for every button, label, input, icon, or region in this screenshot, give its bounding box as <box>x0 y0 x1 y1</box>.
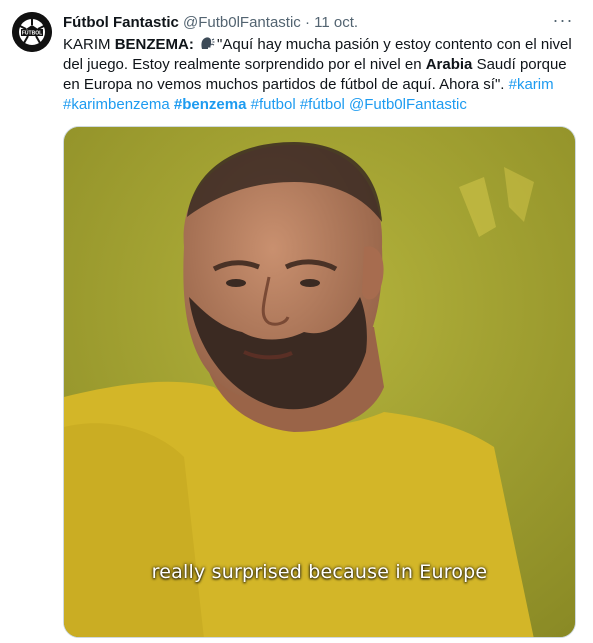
avatar[interactable]: FÚTBOL <box>12 12 52 52</box>
mention-futbolfantastic[interactable]: @Futb0lFantastic <box>349 96 467 113</box>
tweet-media-video[interactable]: really surprised because in Europe <box>63 126 576 638</box>
hashtag-benzema: #benzema <box>174 96 247 113</box>
text-lead: KARIM <box>63 36 115 53</box>
author-name[interactable]: Fútbol Fantastic <box>63 14 179 31</box>
hashtag-karimbenzema[interactable]: #karimbenzema <box>63 96 170 113</box>
hashtag-futbol-accent[interactable]: #fútbol <box>300 96 345 113</box>
hashtag-karim[interactable]: #karim <box>509 76 554 93</box>
more-horizontal-icon: ··· <box>552 10 574 30</box>
text-quote-bold: Arabia <box>425 56 473 73</box>
hashtag-benzema-text[interactable]: #benzema <box>174 96 247 113</box>
tweet-text: KARIM BENZEMA: "Aquí hay mucha pasión y … <box>63 35 579 115</box>
video-subtitle: really surprised because in Europe <box>151 561 488 583</box>
avatar-text: FÚTBOL <box>22 30 42 37</box>
tweet-header: Fútbol Fantastic @Futb0lFantastic · 11 o… <box>63 13 573 33</box>
author-handle[interactable]: @Futb0lFantastic <box>183 14 301 31</box>
avatar-logo: FÚTBOL <box>12 12 52 52</box>
separator-dot: · <box>304 14 310 31</box>
text-lead-bold: BENZEMA: <box>114 36 194 53</box>
hashtag-futbol[interactable]: #futbol <box>251 96 296 113</box>
speaking-head-icon <box>201 37 215 49</box>
tweet-date[interactable]: 11 oct. <box>314 14 358 31</box>
more-options-button[interactable]: ··· <box>551 10 575 34</box>
